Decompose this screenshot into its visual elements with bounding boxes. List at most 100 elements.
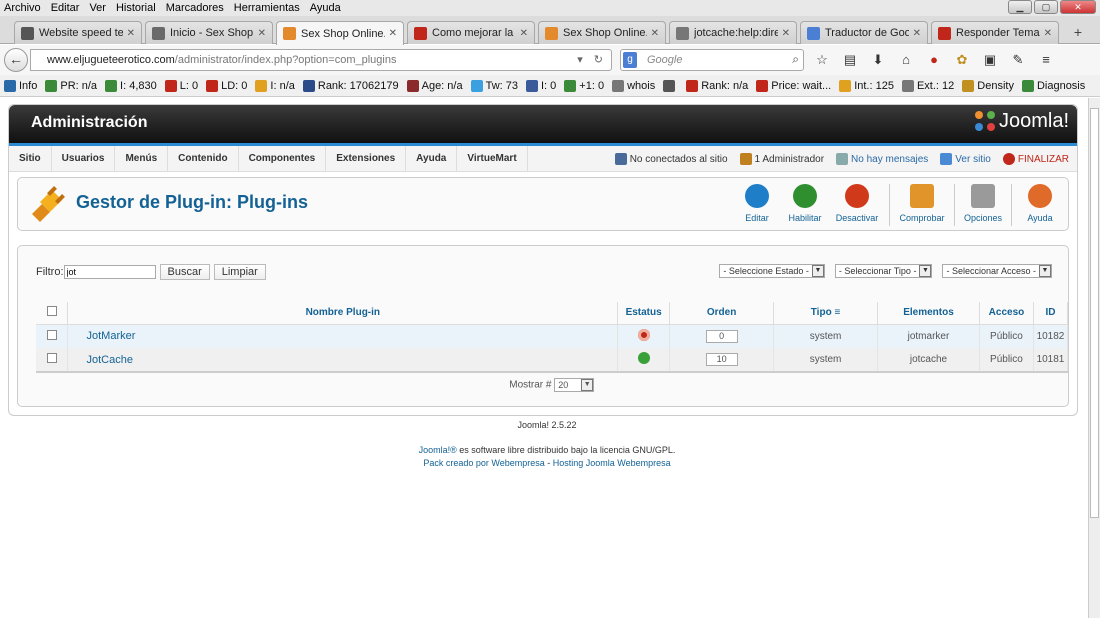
order-input[interactable]: 0	[705, 329, 738, 343]
enabled-status-icon[interactable]	[637, 352, 650, 364]
column-access[interactable]: Acceso	[979, 302, 1034, 325]
seo-diagnosis[interactable]: Diagnosis	[1018, 79, 1089, 92]
menu-editar[interactable]: Editar	[46, 2, 85, 14]
seo-links[interactable]: L: 0	[161, 79, 202, 92]
view-site-link[interactable]: Ver sitio	[940, 153, 991, 165]
menu-historial[interactable]: Historial	[111, 2, 161, 14]
seo-facebook[interactable]: I: 0	[522, 79, 560, 92]
menu-virtuemart[interactable]: VirtueMart	[457, 145, 528, 172]
seo-price[interactable]: Price: wait...	[752, 79, 835, 92]
hamburger-menu-icon[interactable]: ≡	[1036, 50, 1056, 70]
status-select[interactable]: - Seleccione Estado - ▼	[719, 264, 825, 278]
browser-tab[interactable]: jotcache:help:dire... ✕	[669, 21, 797, 44]
search-icon[interactable]: ⌕	[792, 52, 799, 67]
tab-close-icon[interactable]: ✕	[258, 28, 266, 39]
filter-input[interactable]	[63, 265, 156, 279]
menu-extensiones[interactable]: Extensiones	[326, 145, 407, 172]
checkin-button[interactable]: Comprobar	[894, 182, 950, 226]
search-bar[interactable]: g Google ⌕	[620, 49, 804, 71]
menu-ver[interactable]: Ver	[84, 2, 111, 14]
scrollbar-thumb[interactable]	[1090, 108, 1099, 518]
browser-tab[interactable]: Como mejorar la ... ✕	[407, 21, 535, 44]
logout-link[interactable]: FINALIZAR	[1002, 153, 1069, 165]
page-scrollbar[interactable]	[1088, 98, 1100, 618]
url-bar[interactable]: www.eljugueteerotico.com/administrator/i…	[30, 49, 612, 71]
tab-close-icon[interactable]: ✕	[782, 28, 790, 39]
seo-age[interactable]: Age: n/a	[403, 79, 467, 92]
column-id[interactable]: ID	[1033, 302, 1069, 325]
select-all-checkbox[interactable]	[46, 306, 57, 317]
extension-icon[interactable]: ✎	[1008, 50, 1028, 70]
row-checkbox[interactable]	[46, 329, 57, 340]
seo-plusone[interactable]: +1: 0	[560, 79, 608, 92]
order-input[interactable]: 10	[705, 353, 738, 366]
seo-alexa-rank[interactable]: Rank: 17062179	[299, 79, 403, 92]
column-type[interactable]: Tipo ≡	[773, 302, 878, 325]
menu-contenido[interactable]: Contenido	[168, 145, 239, 172]
column-name[interactable]: Nombre Plug-in	[67, 302, 619, 325]
close-window-icon[interactable]: ✕	[1060, 0, 1096, 14]
access-select[interactable]: - Seleccionar Acceso - ▼	[942, 264, 1052, 278]
browser-tab[interactable]: Website speed test ✕	[14, 21, 142, 44]
seo-source[interactable]	[659, 79, 682, 92]
menu-sitio[interactable]: Sitio	[9, 145, 52, 172]
menu-componentes[interactable]: Componentes	[239, 145, 327, 172]
tab-close-icon[interactable]: ✕	[389, 28, 397, 39]
clear-button[interactable]: Limpiar	[213, 264, 266, 280]
column-order[interactable]: Orden	[669, 302, 775, 325]
seo-indexed[interactable]: I: 4,830	[101, 79, 161, 92]
seo-info[interactable]: Info	[0, 79, 41, 92]
tab-close-icon[interactable]: ✕	[1044, 28, 1052, 39]
maximize-icon[interactable]: ▢	[1034, 0, 1058, 14]
column-status[interactable]: Estatus	[617, 302, 671, 325]
plugin-name-link[interactable]: JotMarker	[67, 324, 619, 348]
tab-close-icon[interactable]: ✕	[651, 28, 659, 39]
seo-twitter[interactable]: Tw: 73	[467, 79, 522, 92]
type-select[interactable]: - Seleccionar Tipo - ▼	[834, 264, 933, 278]
seo-external[interactable]: Ext.: 12	[898, 79, 958, 92]
seo-internal[interactable]: Int.: 125	[835, 79, 898, 92]
disable-button[interactable]: Desactivar	[829, 182, 885, 226]
addon-icon[interactable]: ✿	[952, 50, 972, 70]
browser-tab[interactable]: Traductor de Goo... ✕	[800, 21, 928, 44]
menu-archivo[interactable]: Archivo	[0, 2, 46, 14]
reload-icon[interactable]: ▾ ↻	[577, 53, 607, 66]
options-button[interactable]: Opciones	[959, 182, 1007, 226]
menu-herramientas[interactable]: Herramientas	[229, 2, 305, 14]
back-arrow-icon[interactable]: ←	[4, 48, 28, 72]
menu-ayuda[interactable]: Ayuda	[406, 145, 458, 172]
new-tab-icon[interactable]: +	[1074, 24, 1082, 40]
bookmark-star-icon[interactable]: ☆	[812, 50, 832, 70]
seo-density[interactable]: Density	[958, 79, 1018, 92]
enable-button[interactable]: Habilitar	[781, 182, 829, 226]
menu-menus[interactable]: Menús	[115, 145, 169, 172]
column-elements[interactable]: Elementos	[877, 302, 980, 325]
edit-button[interactable]: Editar	[733, 182, 781, 226]
browser-tab[interactable]: Responder Tema: ... ✕	[931, 21, 1059, 44]
webempresa-pack-link[interactable]: Pack creado por Webempresa	[423, 458, 544, 468]
tab-close-icon[interactable]: ✕	[913, 28, 921, 39]
seo-whois[interactable]: whois	[608, 79, 659, 92]
seo-link-domains[interactable]: LD: 0	[202, 79, 251, 92]
browser-tab-active[interactable]: Sex Shop Online. ... ✕	[276, 21, 404, 45]
limit-select[interactable]: 20 ▼	[554, 377, 595, 392]
help-button[interactable]: Ayuda	[1016, 182, 1064, 226]
adblock-icon[interactable]: ●	[924, 50, 944, 70]
download-icon[interactable]: ⬇	[868, 50, 888, 70]
menu-ayuda[interactable]: Ayuda	[305, 2, 346, 14]
row-checkbox[interactable]	[46, 353, 57, 363]
bookmarks-list-icon[interactable]: ▤	[840, 50, 860, 70]
seo-pagerank[interactable]: PR: n/a	[41, 79, 101, 92]
tab-close-icon[interactable]: ✕	[127, 28, 135, 39]
seo-rank2[interactable]: Rank: n/a	[682, 79, 752, 92]
browser-tab[interactable]: Inicio - Sex Shop ... ✕	[145, 21, 273, 44]
seo-bing-index[interactable]: I: n/a	[251, 79, 298, 92]
menu-usuarios[interactable]: Usuarios	[52, 145, 116, 172]
browser-tab[interactable]: Sex Shop Online. ... ✕	[538, 21, 666, 44]
minimize-icon[interactable]: ▁	[1008, 0, 1032, 14]
hosting-link[interactable]: Hosting Joomla Webempresa	[553, 458, 671, 468]
search-button[interactable]: Buscar	[159, 264, 210, 280]
tab-close-icon[interactable]: ✕	[520, 28, 528, 39]
home-icon[interactable]: ⌂	[896, 50, 916, 70]
screenshot-icon[interactable]: ▣	[980, 50, 1000, 70]
